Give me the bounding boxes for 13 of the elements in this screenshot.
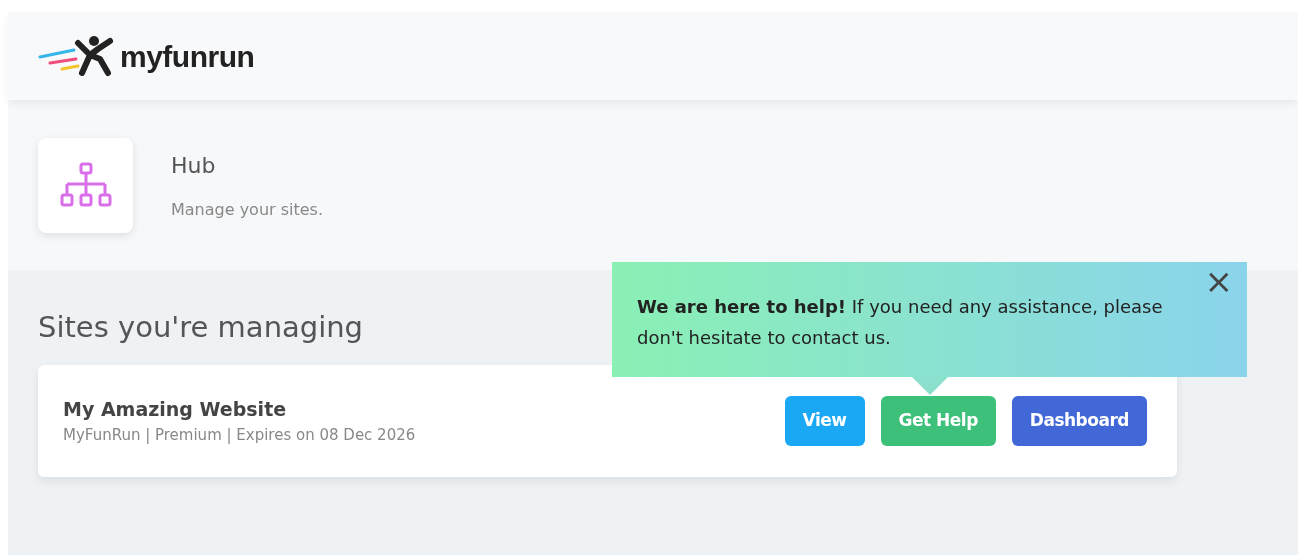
dashboard-button[interactable]: Dashboard <box>1011 396 1147 446</box>
logo-icon <box>38 35 116 77</box>
logo-text: myfunrun <box>120 38 255 75</box>
site-name: My Amazing Website <box>63 397 288 423</box>
page-title: Hub <box>171 151 217 180</box>
close-button[interactable]: × <box>1204 264 1233 298</box>
popover-pointer <box>912 377 948 395</box>
section-heading: Sites you're managing <box>38 310 364 345</box>
site-details: MyFunRun | Premium | Expires on 08 Dec 2026 <box>63 424 417 446</box>
help-message: We are here to help! If you need any assistance, please don't hesitate to contact us. <box>637 295 1164 350</box>
sitemap-icon <box>58 162 113 208</box>
view-button[interactable]: View <box>784 396 865 446</box>
page-subtitle: Manage your sites. <box>171 198 324 221</box>
